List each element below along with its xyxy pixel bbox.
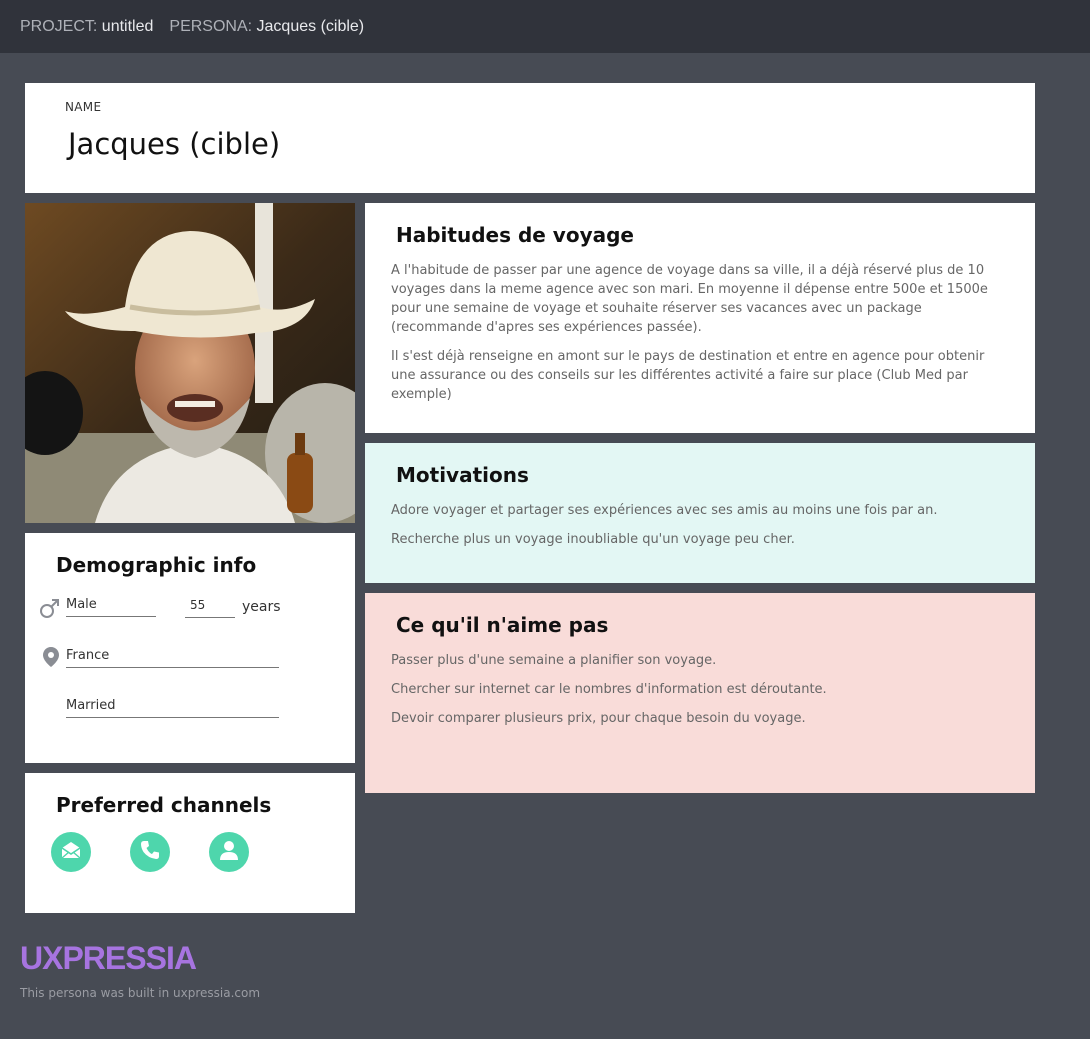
motivation-item[interactable]: Adore voyager et partager ses expérience… xyxy=(391,501,1001,520)
gender-field[interactable]: Male xyxy=(66,597,156,617)
project-name[interactable]: untitled xyxy=(102,18,154,36)
age-field[interactable]: 55 xyxy=(185,598,235,618)
phone-channel-button[interactable] xyxy=(130,832,170,872)
dislike-item[interactable]: Devoir comparer plusieurs prix, pour cha… xyxy=(391,709,1001,728)
phone-icon xyxy=(139,839,161,865)
name-card: NAME Jacques (cible) xyxy=(25,83,1035,193)
motivations-title: Motivations xyxy=(396,463,529,487)
person-icon xyxy=(218,839,240,865)
email-channel-button[interactable] xyxy=(51,832,91,872)
location-pin-icon xyxy=(42,646,60,672)
motivation-item[interactable]: Recherche plus un voyage inoubliable qu'… xyxy=(391,530,1001,549)
persona-photo[interactable] xyxy=(25,203,355,523)
habits-paragraph[interactable]: A l'habitude de passer par une agence de… xyxy=(391,261,1001,337)
project-label: PROJECT: xyxy=(20,17,98,35)
uxpressia-logo[interactable]: UXPRESSIA xyxy=(20,940,197,977)
dislikes-card: Ce qu'il n'aime pas Passer plus d'une se… xyxy=(365,593,1035,793)
email-icon xyxy=(60,839,82,865)
male-gender-icon xyxy=(39,597,61,623)
channels-title: Preferred channels xyxy=(56,793,272,817)
demographic-info-card: Demographic info Male 55 years France Ma… xyxy=(25,533,355,763)
demographic-title: Demographic info xyxy=(56,553,257,577)
travel-habits-card: Habitudes de voyage A l'habitude de pass… xyxy=(365,203,1035,433)
preferred-channels-card: Preferred channels xyxy=(25,773,355,913)
habits-title: Habitudes de voyage xyxy=(396,223,634,247)
top-bar: PROJECT: untitled PERSONA: Jacques (cibl… xyxy=(0,0,1090,53)
persona-name-field[interactable]: Jacques (cible) xyxy=(68,127,280,161)
motivations-card: Motivations Adore voyager et partager se… xyxy=(365,443,1035,583)
persona-label: PERSONA: xyxy=(169,17,253,35)
name-label: NAME xyxy=(65,100,102,114)
persona-name[interactable]: Jacques (cible) xyxy=(257,18,365,36)
dislike-item[interactable]: Passer plus d'une semaine a planifier so… xyxy=(391,651,1001,670)
dislike-item[interactable]: Chercher sur internet car le nombres d'i… xyxy=(391,680,1001,699)
age-unit-label: years xyxy=(242,599,281,615)
marital-status-field[interactable]: Married xyxy=(66,698,279,718)
habits-paragraph[interactable]: Il s'est déjà renseigne en amont sur le … xyxy=(391,347,1001,404)
dislikes-title: Ce qu'il n'aime pas xyxy=(396,613,609,637)
built-with-credit[interactable]: This persona was built in uxpressia.com xyxy=(20,986,260,1000)
in-person-channel-button[interactable] xyxy=(209,832,249,872)
location-field[interactable]: France xyxy=(66,648,279,668)
